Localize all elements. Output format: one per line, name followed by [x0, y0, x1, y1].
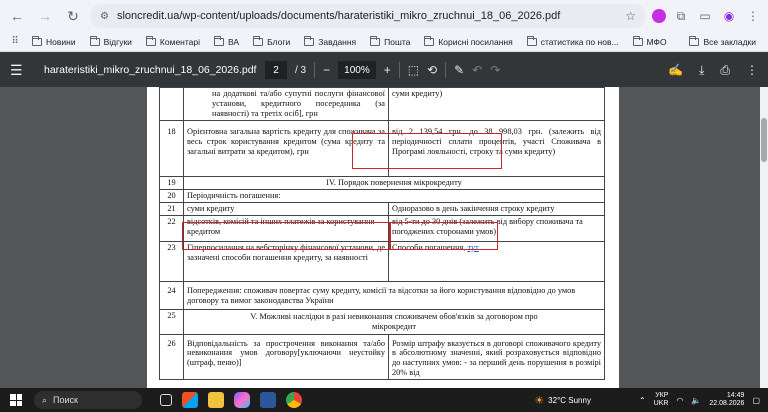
bookmarks-bar: ⠿ Новини Відгуки Коментарі ВА Блоги Завд… [0, 32, 768, 52]
bookmark-star-icon[interactable]: ☆ [625, 9, 636, 23]
file-explorer-icon[interactable] [208, 392, 224, 408]
highlight-box [390, 222, 498, 250]
url-text[interactable]: sloncredit.ua/wp-content/uploads/documen… [117, 10, 617, 22]
rotate-icon[interactable]: ⟲ [427, 63, 437, 77]
table-row: 26 Відповідальність за прострочення вико… [159, 333, 605, 381]
volume-icon[interactable]: 🔈 [691, 396, 701, 405]
folder-icon [632, 35, 643, 46]
folder-icon [304, 35, 315, 46]
zoom-input[interactable]: 100% [338, 61, 376, 79]
page-number-input[interactable]: 2 [265, 61, 287, 79]
folder-icon [214, 35, 225, 46]
table-row: 25 V. Можливі наслідки в разі невиконанн… [159, 308, 605, 335]
table-row: на додаткові та/або супутні послуги фіна… [159, 87, 605, 121]
taskbar: ⌕ Поиск ☀ 32°C Sunny ⌃ УКР UKR ◠ 🔈 14:49… [0, 388, 768, 412]
annotate-icon[interactable]: ✍ [668, 63, 683, 77]
pdf-filename: harateristiki_mikro_zruchnui_18_06_2026.… [44, 64, 257, 76]
bookmark-folder[interactable]: Пошта [364, 33, 416, 51]
draw-icon[interactable]: ✎ [454, 63, 464, 77]
search-icon: ⌕ [42, 394, 48, 405]
pdf-page: на додаткові та/або супутні послуги фіна… [147, 87, 619, 388]
folder-icon [89, 35, 100, 46]
table-row: 19 IV. Порядок повернення мікрокредиту [159, 175, 605, 190]
pdf-controls: 2 / 3 − 100% + ⬚ ⟲ ✎ ↶ ↷ [265, 53, 500, 87]
fit-page-icon[interactable]: ⬚ [408, 63, 419, 77]
pdf-toolbar: ☰ harateristiki_mikro_zruchnui_18_06_202… [0, 53, 768, 87]
more-options-icon[interactable]: ⋮ [746, 63, 758, 77]
download-icon[interactable]: ⤓ [699, 63, 704, 78]
site-info-icon[interactable]: ⚙ [100, 11, 109, 22]
windows-start-icon[interactable] [10, 394, 22, 406]
clock[interactable]: 14:49 22.08.2026 [709, 392, 744, 408]
folder-icon [424, 35, 435, 46]
undo-icon[interactable]: ↶ [472, 63, 482, 77]
copilot-icon[interactable] [234, 392, 250, 408]
folder-icon [32, 35, 42, 46]
taskbar-search[interactable]: ⌕ Поиск [34, 391, 142, 409]
page-total: / 3 [295, 64, 307, 76]
task-view-icon[interactable] [160, 394, 172, 406]
table-row: 24 Попередження: споживач повертає суму … [159, 280, 605, 310]
folder-icon [526, 35, 537, 46]
sun-icon: ☀ [534, 394, 545, 407]
apps-grid-icon[interactable]: ⠿ [6, 33, 24, 51]
folder-icon [689, 35, 700, 46]
chrome-icon[interactable] [286, 392, 302, 408]
folder-icon [145, 35, 156, 46]
browser-toolbar: ← → ↻ ⚙ sloncredit.ua/wp-content/uploads… [0, 0, 768, 32]
forward-icon[interactable]: → [34, 5, 56, 27]
language-indicator[interactable]: УКР UKR [654, 392, 669, 408]
store-icon[interactable] [182, 392, 198, 408]
bookmark-folder[interactable]: Корисні посилання [418, 33, 518, 51]
highlight-box [352, 133, 502, 169]
bookmark-folder[interactable]: МФО [627, 33, 673, 51]
bookmark-folder[interactable]: ВА [208, 33, 245, 51]
notes-icon[interactable] [260, 392, 276, 408]
redo-icon[interactable]: ↷ [490, 63, 500, 77]
folder-icon [253, 35, 264, 46]
bookmark-folder[interactable]: Блоги [247, 33, 296, 51]
back-icon[interactable]: ← [6, 5, 28, 27]
table-row: 21 суми кредиту Одноразово в день закінч… [159, 201, 605, 216]
zoom-out-icon[interactable]: − [323, 63, 330, 77]
pdf-actions: ✍ ⤓ ⎙ ⋮ [668, 53, 758, 87]
taskbar-apps [160, 388, 302, 412]
highlight-box [182, 222, 390, 250]
reload-icon[interactable]: ↻ [62, 5, 84, 27]
menu-icon[interactable]: ☰ [10, 62, 30, 79]
wifi-icon[interactable]: ◠ [676, 396, 683, 405]
system-tray: ☀ 32°C Sunny ⌃ УКР UKR ◠ 🔈 14:49 22.08.2… [534, 388, 760, 412]
chevron-up-icon[interactable]: ⌃ [639, 396, 646, 405]
bookmark-folder[interactable]: Відгуки [84, 33, 138, 51]
bookmark-folder[interactable]: Новини [26, 33, 82, 51]
weather-widget[interactable]: ☀ 32°C Sunny [534, 394, 591, 407]
bookmark-folder[interactable]: Завдання [298, 33, 362, 51]
table-row: 20 Періодичність погашення: [159, 188, 605, 203]
bookmark-folder[interactable]: статистика по нов... [521, 33, 625, 51]
puzzle-icon[interactable]: ⧉ [672, 7, 690, 25]
folder-icon [370, 35, 381, 46]
pdf-viewer[interactable]: на додаткові та/або супутні послуги фіна… [0, 87, 768, 388]
zoom-in-icon[interactable]: + [384, 63, 391, 77]
profile-icon[interactable]: ◉ [720, 7, 738, 25]
scrollbar-thumb[interactable] [761, 118, 767, 162]
print-icon[interactable]: ⎙ [720, 63, 730, 78]
address-bar[interactable]: ⚙ sloncredit.ua/wp-content/uploads/docum… [90, 4, 646, 28]
notification-icon[interactable]: ▢ [752, 396, 760, 405]
extension-icon[interactable] [652, 9, 666, 23]
tab-search-icon[interactable]: ▭ [696, 7, 714, 25]
all-bookmarks[interactable]: Все закладки [683, 33, 762, 51]
bookmark-folder[interactable]: Коментарі [140, 33, 206, 51]
menu-dots-icon[interactable]: ⋮ [744, 7, 762, 25]
